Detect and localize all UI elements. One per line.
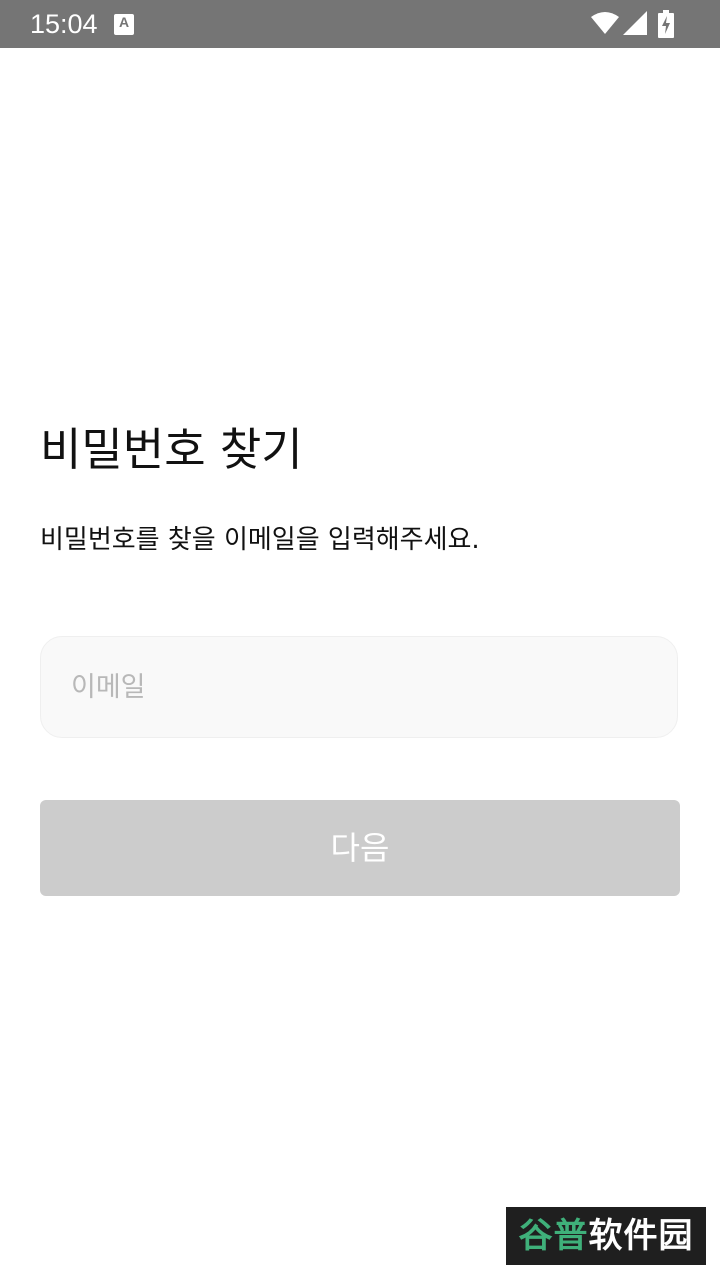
next-button[interactable]: 다음: [40, 800, 680, 896]
watermark-logo: 谷普软件园: [506, 1207, 706, 1265]
email-input[interactable]: [71, 637, 651, 737]
status-bar: 15:04 A: [0, 0, 720, 48]
page-title: 비밀번호 찾기: [40, 423, 303, 476]
email-field[interactable]: [40, 636, 678, 738]
screen: 15:04 A 비밀번호 찾기 비밀번호를 찾을 이메일을 입력해주세요. 다음…: [0, 0, 720, 1280]
watermark-accent-text: 谷普: [518, 1216, 589, 1256]
page-description: 비밀번호를 찾을 이메일을 입력해주세요.: [40, 525, 480, 555]
notification-app-icon: A: [114, 14, 134, 35]
watermark-text: 软件园: [588, 1216, 694, 1256]
wifi-icon: [591, 12, 619, 34]
status-time: 15:04: [30, 9, 98, 39]
signal-icon: [623, 11, 647, 35]
battery-charging-icon: [658, 10, 674, 38]
